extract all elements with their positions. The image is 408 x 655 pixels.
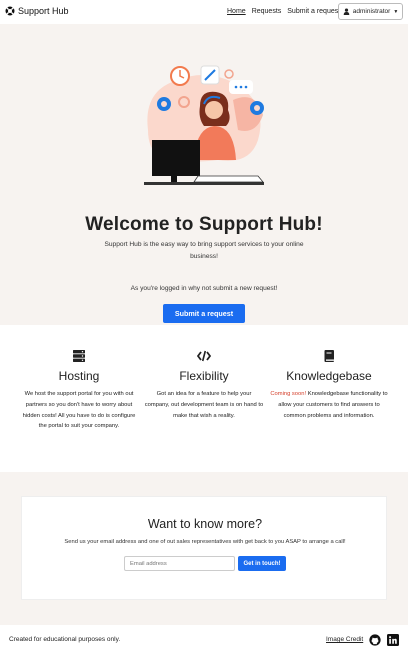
features-section: Hosting We host the support portal for y… [0,325,408,472]
nav-link-home[interactable]: Home [227,8,246,15]
hero-login-note: As you're logged in why not submit a new… [130,285,278,292]
nav-link-requests[interactable]: Requests [252,8,282,15]
caret-down-icon: ▼ [393,8,399,15]
email-input[interactable] [124,556,235,571]
submit-request-button[interactable]: Submit a request [163,304,245,323]
coming-soon-label: Coming soon! [270,391,307,397]
user-icon [343,8,350,15]
feature-title: Flexibility [179,369,229,383]
feature-title: Knowledgebase [286,369,372,383]
code-icon [197,350,211,362]
hero-title: Welcome to Support Hub! [85,214,323,235]
brand-name: Support Hub [18,6,69,16]
contact-section: Want to know more? Send us your email ad… [0,472,408,625]
feature-title: Hosting [58,369,100,383]
nav-link-submit[interactable]: Submit a request [287,8,340,15]
footer-text: Created for educational purposes only. [9,636,121,643]
feature-text: Got an idea for a feature to help your c… [144,391,264,419]
user-dropdown[interactable]: administrator ▼ [338,3,403,20]
contact-card: Want to know more? Send us your email ad… [21,496,387,600]
life-ring-icon [5,6,15,16]
linkedin-icon[interactable] [387,634,399,646]
feature-knowledgebase: Knowledgebase Coming soon! Knowledgebase… [269,349,389,421]
support-agent-illustration [144,65,264,185]
contact-subtitle: Send us your email address and one of ou… [64,539,346,545]
brand[interactable]: Support Hub [5,6,69,16]
contact-title: Want to know more? [147,517,263,531]
feature-text: Coming soon! Knowledgebase functionality… [269,389,389,421]
feature-flexibility: Flexibility Got an idea for a feature to… [144,349,264,421]
server-icon [73,350,85,362]
hero-section: Welcome to Support Hub! Support Hub is t… [0,24,408,325]
hero-subtitle: Support Hub is the easy way to bring sup… [104,241,304,260]
github-icon[interactable] [369,634,381,646]
book-icon [324,350,334,362]
feature-hosting: Hosting We host the support portal for y… [19,349,139,432]
user-name: administrator [352,8,391,15]
navbar: Support Hub Home Requests Submit a reque… [0,0,408,24]
get-in-touch-button[interactable]: Get in touch! [238,556,286,571]
image-credit-link[interactable]: Image Credit [326,636,363,643]
feature-text: We host the support portal for you with … [22,391,136,430]
nav-links: Home Requests Submit a request [227,8,340,15]
footer: Created for educational purposes only. I… [0,625,408,655]
